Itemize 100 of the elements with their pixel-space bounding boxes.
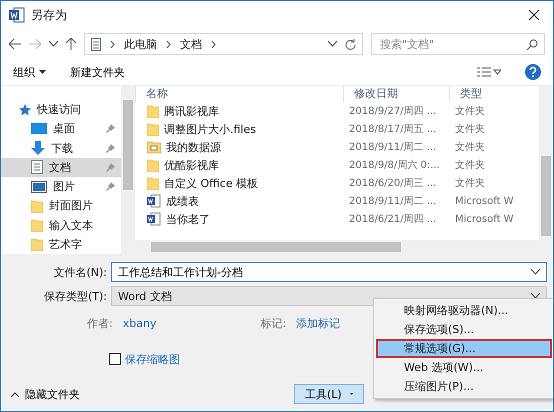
search-icon xyxy=(527,38,538,50)
column-header[interactable]: 修改日期 xyxy=(343,86,449,102)
folder-icon xyxy=(31,218,43,232)
folder-icon xyxy=(31,198,43,213)
file-row[interactable]: 优酷影视库 2018/9/8/周六 0:... 文件夹 xyxy=(135,156,539,174)
refresh-icon[interactable] xyxy=(345,38,356,50)
up-arrow-icon[interactable] xyxy=(66,38,76,50)
download-arrow-icon xyxy=(31,141,45,156)
scrollbar[interactable] xyxy=(539,86,553,240)
caret-icon xyxy=(39,70,46,74)
pin-icon[interactable] xyxy=(106,144,115,153)
file-name: 自定义 Office 模板 xyxy=(164,176,258,190)
view-options-icon[interactable] xyxy=(477,67,501,77)
file-row[interactable]: 调整图片大小.files 2018/8/17/周五 ... 文件夹 xyxy=(135,120,539,138)
sidebar-item[interactable]: 输入文本 xyxy=(1,216,121,235)
checkbox[interactable] xyxy=(109,353,121,365)
column-header[interactable]: 名称 xyxy=(135,86,343,102)
menu-item[interactable]: 压缩图片(P)... xyxy=(376,377,552,396)
file-name: 我的数据源 xyxy=(166,140,221,154)
picture-icon xyxy=(31,180,47,193)
folder-icon xyxy=(31,237,43,252)
dropdown-chevron-icon[interactable] xyxy=(531,269,540,275)
menu-item[interactable]: 保存选项(S)... xyxy=(376,320,552,339)
scrollbar[interactable] xyxy=(121,86,135,254)
tools-button[interactable]: 工具(L) xyxy=(294,384,364,404)
hide-folders-button[interactable]: 隐藏文件夹 xyxy=(11,386,80,402)
tags-label: 标记: xyxy=(260,316,286,330)
author-link[interactable]: xbany xyxy=(122,316,156,330)
organize-button[interactable]: 组织 xyxy=(13,64,46,80)
dropdown-chevron-icon[interactable] xyxy=(531,293,540,299)
help-icon[interactable] xyxy=(525,64,541,80)
word-document-icon xyxy=(147,194,161,208)
window-title: 另存为 xyxy=(31,6,68,24)
type-cell-text: 文件夹 xyxy=(454,122,485,136)
chevron-right-icon xyxy=(109,40,116,48)
date-cell-text: 2018/8/17/周五 ... xyxy=(348,123,436,136)
filename-input[interactable]: 工作总结和工作计划-分档 xyxy=(118,266,531,278)
menu-item[interactable]: 常规选项(G)... xyxy=(376,339,552,358)
sidebar-item[interactable]: 快速访问 xyxy=(1,100,121,120)
chevron-up-icon xyxy=(11,392,19,396)
sidebar-item[interactable]: 桌面 xyxy=(1,119,121,138)
search-field[interactable]: 搜索"文档" xyxy=(371,33,545,55)
menu-item[interactable]: Web 选项(W)... xyxy=(376,358,552,377)
address-bar[interactable]: 此电脑 文档 xyxy=(84,33,363,55)
star-icon xyxy=(19,104,31,116)
breadcrumb-item[interactable]: 文档 xyxy=(180,36,202,52)
thumbnail-label[interactable]: 保存缩略图 xyxy=(125,352,180,366)
file-row[interactable]: 腾讯影视库 2018/9/27/周四 ... 文件夹 xyxy=(135,102,539,120)
pin-icon[interactable] xyxy=(106,182,115,192)
chevron-right-icon xyxy=(165,40,172,48)
search-input[interactable]: 搜索"文档" xyxy=(378,36,527,52)
file-row[interactable]: 我的数据源 2018/9/11/周二 ... 文件夹 xyxy=(135,138,539,156)
document-icon xyxy=(31,160,43,174)
file-name: 成绩表 xyxy=(166,194,199,208)
file-name: 腾讯影视库 xyxy=(164,104,219,118)
chevron-right-icon xyxy=(210,40,217,48)
sidebar-item[interactable]: 文档 xyxy=(1,158,121,177)
file-row[interactable]: 自定义 Office 模板 2018/6/20/周三 ... 文件夹 xyxy=(135,174,539,192)
file-row[interactable]: 成绩表 2018/9/11/周二 ... Microsoft W xyxy=(135,192,539,210)
type-cell-text: Microsoft W xyxy=(454,214,514,224)
date-cell-text: 2018/9/8/周六 0:... xyxy=(348,158,440,172)
date-cell-text: 2018/9/11/周二 ... xyxy=(348,195,436,208)
word-app-icon xyxy=(9,7,25,23)
folder-link-icon xyxy=(147,140,161,154)
author-label: 作者: xyxy=(87,316,113,330)
type-cell-text: 文件夹 xyxy=(454,158,485,172)
folder-icon xyxy=(147,122,159,136)
caret-icon xyxy=(350,392,353,396)
date-cell-text: 2018/9/11/周二 ... xyxy=(348,141,436,154)
type-cell-text: Microsoft W xyxy=(454,196,514,206)
file-name: 调整图片大小.files xyxy=(164,122,256,136)
back-arrow-icon[interactable] xyxy=(9,39,21,49)
horizontal-scrollbar[interactable] xyxy=(135,240,553,254)
sidebar-item[interactable]: 艺术字 xyxy=(1,234,121,254)
date-cell-text: 2018/9/27/周四 ... xyxy=(348,105,436,118)
field-label: 文件名(N): xyxy=(52,264,108,280)
filename-field[interactable]: 工作总结和工作计划-分档 xyxy=(111,262,547,282)
close-icon[interactable] xyxy=(529,10,539,20)
recent-dropdown-icon[interactable] xyxy=(49,41,58,47)
desktop-icon xyxy=(31,122,47,135)
type-cell-text: 文件夹 xyxy=(454,104,485,118)
date-cell-text: 2018/6/21/周四 ... xyxy=(348,213,436,226)
folder-icon xyxy=(147,104,159,118)
word-document-icon xyxy=(147,212,161,226)
new-folder-button[interactable]: 新建文件夹 xyxy=(70,64,125,80)
file-name: 当你老了 xyxy=(166,212,210,226)
folder-icon xyxy=(147,158,159,172)
sidebar-item[interactable]: 封面图片 xyxy=(1,196,121,216)
breadcrumb-item[interactable]: 此电脑 xyxy=(124,36,157,52)
pin-icon[interactable] xyxy=(106,124,115,134)
add-tags-link[interactable]: 添加标记 xyxy=(296,316,340,330)
type-cell-text: 文件夹 xyxy=(454,140,485,154)
type-cell-text: 文件夹 xyxy=(454,176,485,190)
document-icon xyxy=(91,38,101,50)
file-row[interactable]: 当你老了 2018/6/21/周四 ... Microsoft W xyxy=(135,210,539,228)
folder-icon xyxy=(147,176,159,190)
field-label: 保存类型(T): xyxy=(42,288,108,304)
dropdown-chevron-icon[interactable] xyxy=(328,41,337,47)
sidebar-item[interactable]: 图片 xyxy=(1,177,121,196)
sidebar-item[interactable]: 下载 xyxy=(1,138,121,158)
